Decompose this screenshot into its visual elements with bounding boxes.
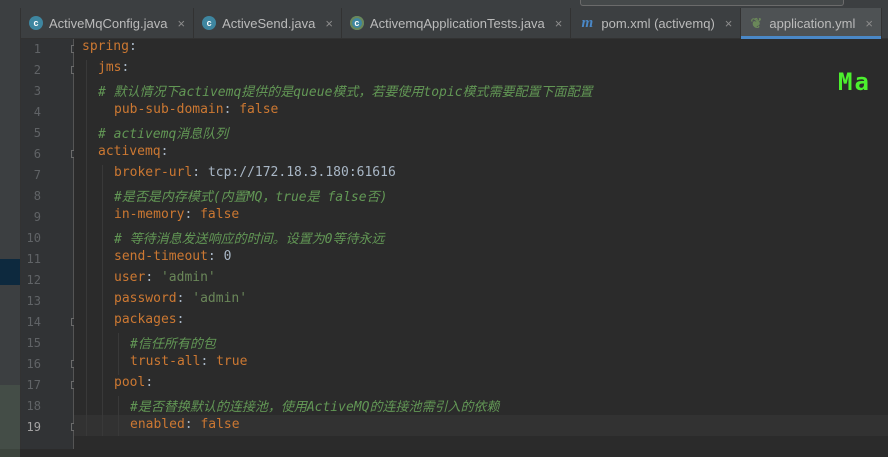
line-number: 3	[33, 84, 41, 98]
tab-label: ActivemqApplicationTests.java	[369, 15, 545, 31]
indent-guide	[86, 60, 87, 436]
line-number: 1	[33, 42, 41, 56]
yaml-comment: # 等待消息发送响应的时间。设置为0等待永远	[114, 232, 385, 247]
code-line: in-memory: false	[114, 207, 240, 222]
indent-guide	[118, 396, 119, 436]
line-number: 12	[26, 273, 41, 287]
yaml-key: broker-url	[114, 165, 193, 180]
project-tree-selection[interactable]	[0, 259, 20, 285]
tab-application-yml[interactable]: ❦ application.yml ×	[741, 8, 882, 39]
code-line: # 等待消息发送响应的时间。设置为0等待永远	[114, 228, 384, 249]
line-number: 11	[26, 252, 41, 266]
yaml-icon: ❦	[750, 14, 763, 31]
line-number: 9	[33, 210, 41, 224]
line-number-gutter: 1 2 3 4 5 6 7 8 9 10 11 12 13 14 15 16 1…	[21, 39, 79, 449]
yaml-comment: #是否是内存模式(内置MQ，true是 false否)	[114, 190, 388, 205]
overlay-text: Ma	[838, 68, 871, 96]
yaml-comment: #信任所有的包	[130, 337, 216, 352]
top-strip	[0, 0, 888, 8]
close-icon[interactable]: ×	[725, 16, 733, 31]
yaml-value: tcp://172.18.3.180:61616	[207, 165, 396, 180]
line-number: 2	[33, 63, 41, 77]
maven-icon: m	[581, 14, 594, 31]
tab-label: ActiveMqConfig.java	[49, 15, 168, 31]
yaml-comment: # activemq消息队列	[98, 127, 229, 142]
yaml-key: in-memory	[114, 207, 185, 222]
yaml-value: true	[216, 354, 248, 369]
yaml-value: 0	[223, 249, 232, 264]
line-number: 16	[26, 357, 41, 371]
yaml-value: false	[239, 102, 279, 117]
yaml-key: trust-all	[130, 354, 201, 369]
tab-label: pom.xml (activemq)	[601, 15, 715, 31]
line-number: 7	[33, 168, 41, 182]
code-line: #是否是内存模式(内置MQ，true是 false否)	[114, 186, 387, 207]
code-editor[interactable]: spring: jms: # 默认情况下activemq提供的是queue模式，…	[74, 39, 888, 449]
current-line-number: 19	[26, 420, 41, 434]
close-icon[interactable]: ×	[865, 16, 873, 31]
close-icon[interactable]: ×	[325, 16, 333, 31]
tab-activemqapplicationtests[interactable]: c ActivemqApplicationTests.java ×	[342, 8, 572, 38]
editor-tab-bar: c ActiveMqConfig.java × c ActiveSend.jav…	[21, 8, 888, 39]
class-icon: c	[202, 16, 217, 30]
line-number: 17	[26, 378, 41, 392]
tab-activesend[interactable]: c ActiveSend.java ×	[194, 8, 342, 38]
line-number: 18	[26, 399, 41, 413]
yaml-key: send-timeout	[114, 249, 208, 264]
line-number: 15	[26, 336, 41, 350]
code-line: broker-url: tcp://172.18.3.180:61616	[114, 165, 396, 180]
tab-activemqconfig[interactable]: c ActiveMqConfig.java ×	[21, 8, 195, 38]
code-line: spring:	[82, 39, 137, 54]
line-number: 4	[33, 105, 41, 119]
close-icon[interactable]: ×	[555, 16, 563, 31]
code-line: activemq:	[98, 144, 169, 159]
yaml-key: activemq	[98, 144, 161, 159]
indent-guide	[118, 333, 119, 375]
yaml-key: pub-sub-domain	[114, 102, 224, 117]
yaml-value: false	[200, 207, 240, 222]
class-icon: c	[29, 16, 43, 30]
code-line: trust-all: true	[130, 354, 248, 369]
project-tree-highlight	[0, 385, 20, 457]
line-number: 13	[26, 294, 41, 308]
indent-guide	[102, 165, 103, 436]
code-line: password: 'admin'	[114, 291, 248, 306]
yaml-key: enabled	[130, 417, 185, 432]
yaml-value: 'admin'	[192, 291, 248, 306]
yaml-key: packages	[114, 312, 177, 327]
code-line: pub-sub-domain: false	[114, 102, 279, 117]
line-number: 8	[33, 189, 41, 203]
code-line: send-timeout: 0	[114, 249, 232, 264]
code-line: #信任所有的包	[130, 333, 216, 354]
code-line: packages:	[114, 312, 185, 327]
line-number: 6	[33, 147, 41, 161]
tab-overflow[interactable]: c A	[882, 8, 888, 38]
test-class-icon: c	[349, 16, 364, 30]
tab-pom-xml[interactable]: m pom.xml (activemq) ×	[571, 8, 742, 38]
yaml-key: spring	[82, 39, 129, 54]
search-input[interactable]	[580, 0, 844, 6]
tab-label: ActiveSend.java	[222, 15, 316, 31]
close-icon[interactable]: ×	[178, 16, 186, 31]
line-number: 14	[26, 315, 41, 329]
yaml-value: false	[200, 417, 240, 432]
yaml-key: jms	[98, 60, 122, 75]
yaml-comment: # 默认情况下activemq提供的是queue模式，若要使用topic模式需要…	[98, 85, 593, 100]
code-line: user: 'admin'	[114, 270, 216, 285]
yaml-comment: #是否替换默认的连接池，使用ActiveMQ的连接池需引入的依赖	[130, 400, 500, 415]
left-tool-panel	[0, 8, 21, 457]
code-line: pool:	[114, 375, 154, 390]
code-line: #是否替换默认的连接池，使用ActiveMQ的连接池需引入的依赖	[130, 396, 499, 417]
yaml-value: 'admin'	[160, 270, 216, 285]
tab-label: application.yml	[769, 15, 856, 31]
code-line: # 默认情况下activemq提供的是queue模式，若要使用topic模式需要…	[98, 81, 593, 102]
code-line: jms:	[98, 60, 130, 75]
line-number: 10	[26, 231, 41, 245]
line-number: 5	[33, 126, 41, 140]
yaml-key: password	[114, 291, 177, 306]
yaml-key: user	[114, 270, 146, 285]
code-line: enabled: false	[130, 417, 240, 432]
code-line: # activemq消息队列	[98, 123, 228, 144]
yaml-key: pool	[114, 375, 146, 390]
